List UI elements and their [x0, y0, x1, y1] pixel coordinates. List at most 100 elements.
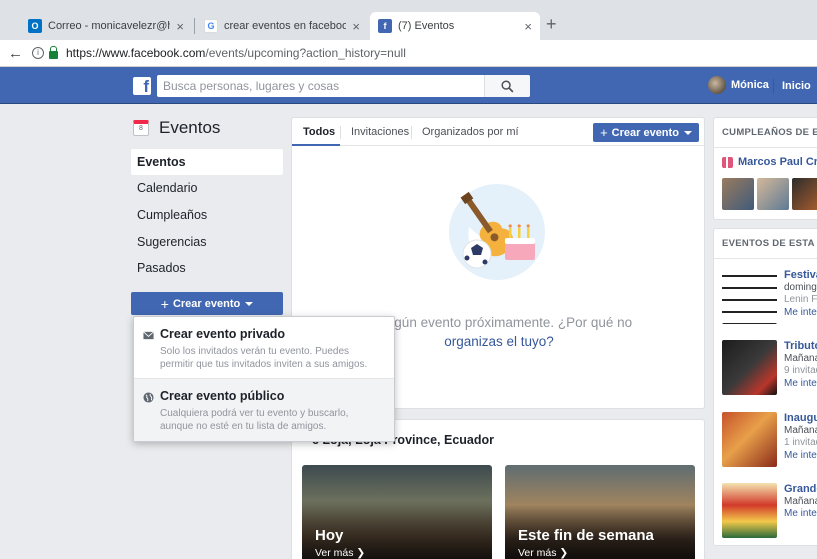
create-event-label: Crear evento [172, 297, 241, 310]
globe-icon [143, 392, 154, 403]
event-subtitle: Lenin F [784, 294, 817, 305]
birthday-person-link[interactable]: Marcos Paul Cre [722, 156, 817, 168]
user-name: Mónica [731, 79, 769, 91]
event-date: Mañana [784, 353, 817, 364]
create-event-label: Crear evento [611, 126, 679, 139]
tab-title: (7) Eventos [398, 20, 455, 32]
event-thumbnail [722, 483, 777, 538]
event-title: Festiva [784, 269, 817, 281]
see-more-link[interactable]: Ver más ❯ [518, 547, 568, 559]
sidebar-item-calendario[interactable]: Calendario [131, 175, 283, 201]
outlook-icon: O [28, 19, 42, 33]
url-host: https://www.facebook.com [66, 46, 206, 60]
week-events-card: EVENTOS DE ESTA SE Festiva doming Lenin … [713, 228, 817, 546]
create-event-button-main[interactable]: + Crear evento [593, 123, 699, 142]
browser-tab-eventos[interactable]: f (7) Eventos × [370, 12, 540, 40]
tab-separator [411, 126, 412, 139]
interested-link[interactable]: Me inter [784, 307, 817, 318]
new-tab-button[interactable]: + [546, 14, 557, 35]
interested-link[interactable]: Me inter [784, 378, 817, 389]
interested-link[interactable]: Me inter [784, 450, 817, 461]
create-event-button-sidebar[interactable]: + Crear evento [131, 292, 283, 315]
tab-organizados[interactable]: Organizados por mí [422, 126, 519, 138]
today-events-tile[interactable]: Hoy Ver más ❯ [302, 465, 492, 559]
event-subtitle: 9 invitad [784, 365, 817, 376]
browser-tab-google[interactable]: G crear eventos en facebook - × [196, 12, 368, 40]
google-icon: G [204, 19, 218, 33]
page-title-text: Eventos [159, 118, 221, 137]
birthday-photo[interactable] [757, 178, 789, 210]
tab-title: crear eventos en facebook - [224, 20, 347, 32]
create-event-menu: Crear evento privado Solo los invitados … [133, 316, 395, 442]
menu-item-title: Crear evento privado [160, 327, 286, 341]
birthdays-header: CUMPLEAÑOS DE ES [714, 118, 817, 148]
sidebar-item-cumpleanos[interactable]: Cumpleaños [131, 202, 283, 228]
address-bar: ← i https://www.facebook.com/events/upco… [0, 40, 817, 67]
events-tabs: Todos Invitaciones Organizados por mí + … [292, 118, 704, 146]
event-title: Tributo [784, 340, 817, 352]
event-thumbnail [722, 340, 777, 395]
caret-down-icon [245, 301, 254, 306]
back-arrow-icon[interactable]: ← [8, 45, 26, 62]
facebook-icon: f [378, 19, 392, 33]
list-item[interactable]: Grande Mañana Me inter [722, 483, 817, 543]
browser-tab-correo[interactable]: O Correo - monicavelezr@hotm × [20, 12, 192, 40]
search-button[interactable] [484, 75, 530, 97]
gift-icon [722, 156, 733, 168]
facebook-logo-icon[interactable]: f [133, 77, 151, 95]
birthday-photo[interactable] [792, 178, 817, 210]
close-tab-icon[interactable]: × [352, 19, 360, 34]
see-more-link[interactable]: Ver más ❯ [315, 547, 365, 559]
info-icon[interactable]: i [32, 47, 44, 59]
calendar-icon: 8 [133, 120, 149, 136]
avatar [708, 76, 726, 94]
interested-link[interactable]: Me inter [784, 508, 817, 519]
plus-icon: + [160, 295, 169, 312]
sidebar-item-sugerencias[interactable]: Sugerencias [131, 229, 283, 255]
list-item[interactable]: Festiva doming Lenin F Me inter [722, 269, 817, 329]
tab-title: Correo - monicavelezr@hotm [48, 20, 170, 32]
tab-invitaciones[interactable]: Invitaciones [351, 126, 409, 138]
weekend-events-tile[interactable]: Este fin de semana Ver más ❯ [505, 465, 695, 559]
page-title: 8 Eventos [133, 118, 220, 138]
tile-title: Hoy [315, 527, 344, 544]
birthday-person-name: Marcos Paul Cre [738, 156, 817, 168]
sidebar-item-pasados[interactable]: Pasados [131, 255, 283, 281]
envelope-icon [143, 331, 154, 340]
search-input[interactable] [157, 76, 484, 96]
menu-item-title: Crear evento público [160, 389, 285, 403]
menu-divider [134, 378, 394, 379]
tab-separator [194, 18, 195, 34]
tile-title: Este fin de semana [518, 527, 654, 544]
active-tab-indicator [292, 144, 340, 146]
facebook-header: f Mónica Inicio [0, 67, 817, 104]
lock-icon[interactable] [49, 46, 58, 59]
search-box [157, 75, 530, 97]
see-more-label: Ver más [315, 547, 354, 559]
list-item[interactable]: Inaugur Mañana 1 invitad Me inter [722, 412, 817, 472]
event-thumbnail [722, 269, 777, 324]
list-item[interactable]: Tributo Mañana 9 invitad Me inter [722, 340, 817, 400]
home-link[interactable]: Inicio [773, 79, 811, 93]
menu-item-description: Solo los invitados verán tu evento. Pued… [160, 346, 368, 370]
sidebar-item-eventos[interactable]: Eventos [131, 149, 283, 175]
birthday-photo[interactable] [722, 178, 754, 210]
tab-todos[interactable]: Todos [303, 126, 335, 138]
menu-item-description: Cualquiera podrá ver tu evento y buscarl… [160, 408, 349, 432]
event-date: Mañana [784, 425, 817, 436]
menu-item-public-event[interactable]: Crear evento público Cualquiera podrá ve… [134, 389, 394, 433]
caret-down-icon [683, 130, 692, 135]
tab-separator [340, 126, 341, 139]
event-date: doming [784, 282, 817, 293]
profile-link[interactable]: Mónica [708, 76, 769, 94]
menu-item-private-event[interactable]: Crear evento privado Solo los invitados … [134, 327, 394, 371]
close-tab-icon[interactable]: × [524, 19, 532, 34]
url-field[interactable]: https://www.facebook.com/events/upcoming… [66, 46, 406, 60]
close-tab-icon[interactable]: × [176, 19, 184, 34]
birthdays-card: CUMPLEAÑOS DE ES Marcos Paul Cre [713, 117, 817, 220]
event-title: Inaugur [784, 412, 817, 424]
week-events-header: EVENTOS DE ESTA SE [714, 229, 817, 259]
empty-events-illustration-icon [449, 184, 545, 280]
event-title: Grande [784, 483, 817, 495]
event-date: Mañana [784, 496, 817, 507]
